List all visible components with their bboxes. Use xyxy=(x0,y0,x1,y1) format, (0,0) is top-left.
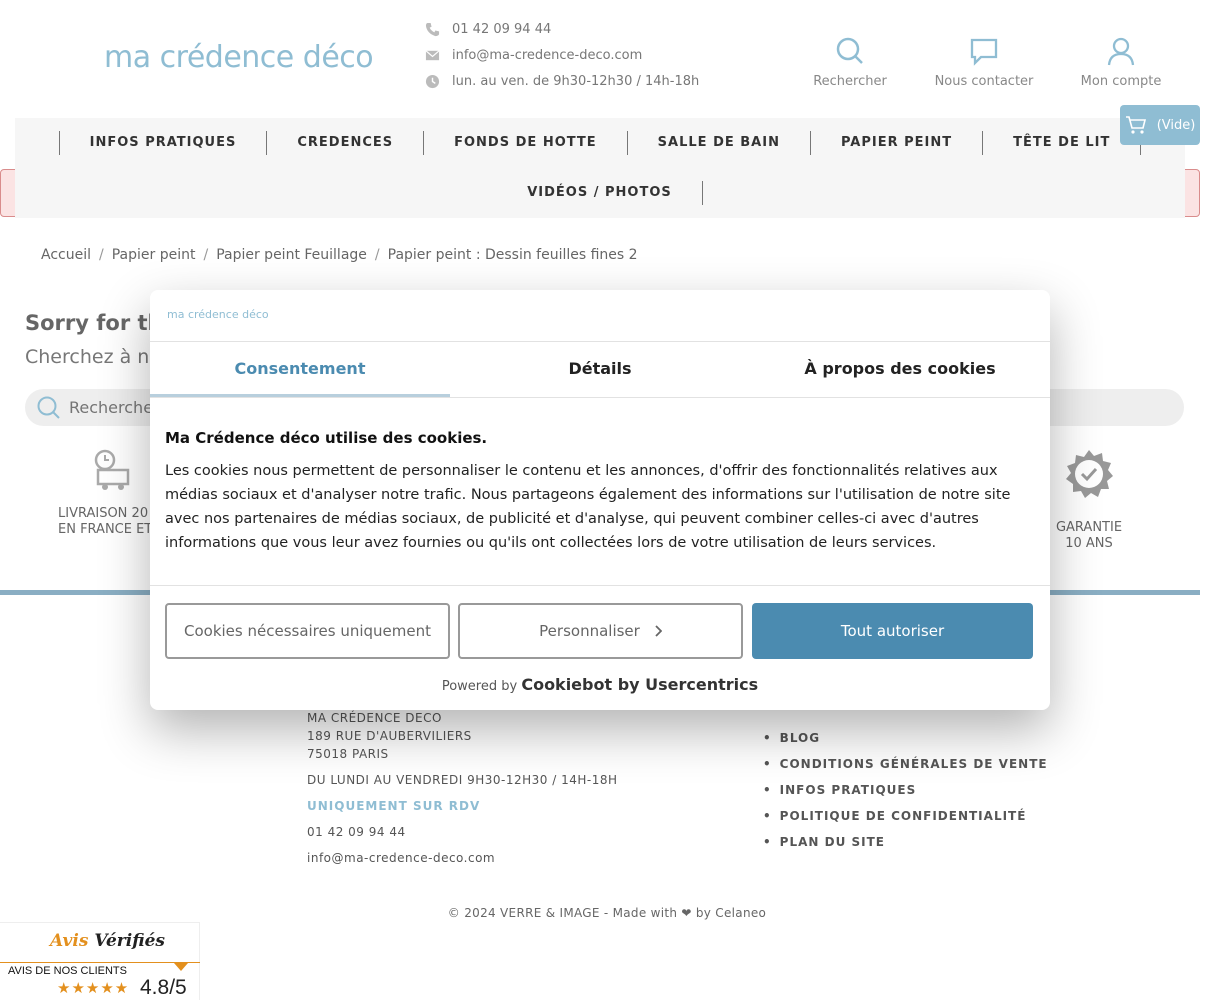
address-line: MA CRÉDENCE DECO xyxy=(307,711,442,725)
footer-links: BLOG CONDITIONS GÉNÉRALES DE VENTE INFOS… xyxy=(763,728,1048,858)
search-icon xyxy=(836,37,863,64)
chevron-right-icon xyxy=(655,625,662,637)
mail-icon xyxy=(425,50,440,61)
powered-by[interactable]: Powered by Cookiebot by Usercentrics xyxy=(150,675,1050,694)
accept-all-button[interactable]: Tout autoriser xyxy=(752,603,1033,659)
header-phone[interactable]: 01 42 09 94 44 xyxy=(425,22,551,37)
dialog-title: Ma Crédence déco utilise des cookies. xyxy=(165,429,488,447)
breadcrumb: Accueil / Papier peint / Papier peint Fe… xyxy=(41,247,638,263)
footer-email[interactable]: info@ma-credence-deco.com xyxy=(307,849,618,867)
breadcrumb-papier-peint[interactable]: Papier peint xyxy=(112,247,196,263)
breadcrumb-separator: / xyxy=(99,247,104,263)
footer-link-sitemap[interactable]: PLAN DU SITE xyxy=(763,832,1048,858)
footer-link-privacy[interactable]: POLITIQUE DE CONFIDENTIALITÉ xyxy=(763,806,1048,832)
customize-label: Personnaliser xyxy=(539,622,640,640)
search-button[interactable]: Rechercher xyxy=(795,36,905,89)
breadcrumb-current: Papier peint : Dessin feuilles fines 2 xyxy=(387,247,638,263)
cart-button[interactable]: (Vide) xyxy=(1120,105,1200,145)
footer-link-cgv[interactable]: CONDITIONS GÉNÉRALES DE VENTE xyxy=(763,754,1048,780)
reviews-brand-b: Vérifiés xyxy=(94,931,165,951)
customize-button[interactable]: Personnaliser xyxy=(458,603,743,659)
reviews-stars: ★★★★★ xyxy=(57,979,130,997)
footer-hours: DU LUNDI AU VENDREDI 9H30-12H30 / 14H-18… xyxy=(307,773,618,787)
tab-consent[interactable]: Consentement xyxy=(150,342,450,397)
dialog-tabs: Consentement Détails À propos des cookie… xyxy=(150,342,1050,398)
feature-warranty-line1: GARANTIE xyxy=(1055,520,1123,535)
dialog-text: Les cookies nous permettent de personnal… xyxy=(165,463,1011,551)
nav-item-fonds-de-hotte[interactable]: FONDS DE HOTTE xyxy=(423,131,627,155)
reviews-divider xyxy=(0,962,200,963)
breadcrumb-separator: / xyxy=(203,247,209,263)
chat-icon xyxy=(970,38,998,66)
dialog-body: Ma Crédence déco utilise des cookies. Le… xyxy=(165,429,1035,555)
main-nav: INFOS PRATIQUES CREDENCES FONDS DE HOTTE… xyxy=(15,118,1185,218)
nav-item-videos-photos[interactable]: VIDÉOS / PHOTOS xyxy=(497,181,703,205)
phone-icon xyxy=(425,22,440,37)
search-label: Rechercher xyxy=(813,74,887,89)
phone-text: 01 42 09 94 44 xyxy=(452,22,552,37)
search-icon xyxy=(37,396,60,419)
feature-warranty-line2: 10 ANS xyxy=(1065,536,1113,551)
address-line: 75018 PARIS xyxy=(307,747,389,761)
reviews-score: 4.8/5 xyxy=(140,976,187,999)
footer-rdv: UNIQUEMENT SUR RDV xyxy=(307,799,481,813)
account-label: Mon compte xyxy=(1080,74,1162,89)
cookie-consent-dialog: ma crédence déco Consentement Détails À … xyxy=(150,290,1050,710)
badge-check-icon xyxy=(1066,450,1113,498)
breadcrumb-home[interactable]: Accueil xyxy=(41,247,91,263)
header-hours: lun. au ven. de 9h30-12h30 / 14h-18h xyxy=(425,74,699,89)
triangle-icon xyxy=(174,963,188,971)
dialog-logo: ma crédence déco xyxy=(167,308,269,321)
nav-item-credences[interactable]: CREDENCES xyxy=(266,131,423,155)
nav-item-papier-peint[interactable]: PAPIER PEINT xyxy=(809,131,982,155)
copyright: © 2024 VERRE & IMAGE - Made with ❤ by Ce… xyxy=(447,906,767,920)
footer-link-blog[interactable]: BLOG xyxy=(763,728,1048,754)
header-email[interactable]: info@ma-credence-deco.com xyxy=(425,48,642,63)
site-logo[interactable]: ma crédence déco xyxy=(104,40,374,75)
footer-address: MA CRÉDENCE DECO 189 RUE D'AUBERVILIERS … xyxy=(307,709,618,867)
nav-item-tete-de-lit[interactable]: TÊTE DE LIT xyxy=(982,131,1142,155)
tab-details[interactable]: Détails xyxy=(450,342,750,397)
footer-phone[interactable]: 01 42 09 94 44 xyxy=(307,823,618,841)
user-icon xyxy=(1107,37,1135,66)
tab-about-cookies[interactable]: À propos des cookies xyxy=(750,342,1050,397)
powered-brand: Cookiebot by Usercentrics xyxy=(521,675,759,694)
contact-button[interactable]: Nous contacter xyxy=(929,36,1039,89)
contact-label: Nous contacter xyxy=(934,74,1034,89)
address-line: 189 RUE D'AUBERVILIERS xyxy=(307,729,472,743)
reviews-widget[interactable]: Avis Vérifiés AVIS DE NOS CLIENTS ★★★★★ … xyxy=(0,922,200,1000)
dialog-divider xyxy=(150,585,1050,586)
footer-link-infos[interactable]: INFOS PRATIQUES xyxy=(763,780,1048,806)
search-hint: Cherchez à no xyxy=(25,346,161,368)
nav-item-infos-pratiques[interactable]: INFOS PRATIQUES xyxy=(58,131,267,155)
feature-warranty: GARANTIE 10 ANS xyxy=(1050,448,1128,552)
nav-item-salle-de-bain[interactable]: SALLE DE BAIN xyxy=(626,131,810,155)
reviews-caption: AVIS DE NOS CLIENTS xyxy=(8,965,127,977)
cart-icon xyxy=(1125,116,1146,134)
necessary-only-button[interactable]: Cookies nécessaires uniquement xyxy=(165,603,450,659)
reviews-brand-a: Avis xyxy=(50,931,89,951)
breadcrumb-separator: / xyxy=(374,247,380,263)
delivery-icon xyxy=(94,449,130,490)
breadcrumb-feuillage[interactable]: Papier peint Feuillage xyxy=(216,247,367,263)
powered-prefix: Powered by xyxy=(441,679,518,694)
clock-icon xyxy=(425,74,440,89)
hours-text: lun. au ven. de 9h30-12h30 / 14h-18h xyxy=(452,74,700,89)
cart-label: (Vide) xyxy=(1156,117,1196,133)
account-button[interactable]: Mon compte xyxy=(1066,36,1176,89)
email-text: info@ma-credence-deco.com xyxy=(452,48,643,63)
